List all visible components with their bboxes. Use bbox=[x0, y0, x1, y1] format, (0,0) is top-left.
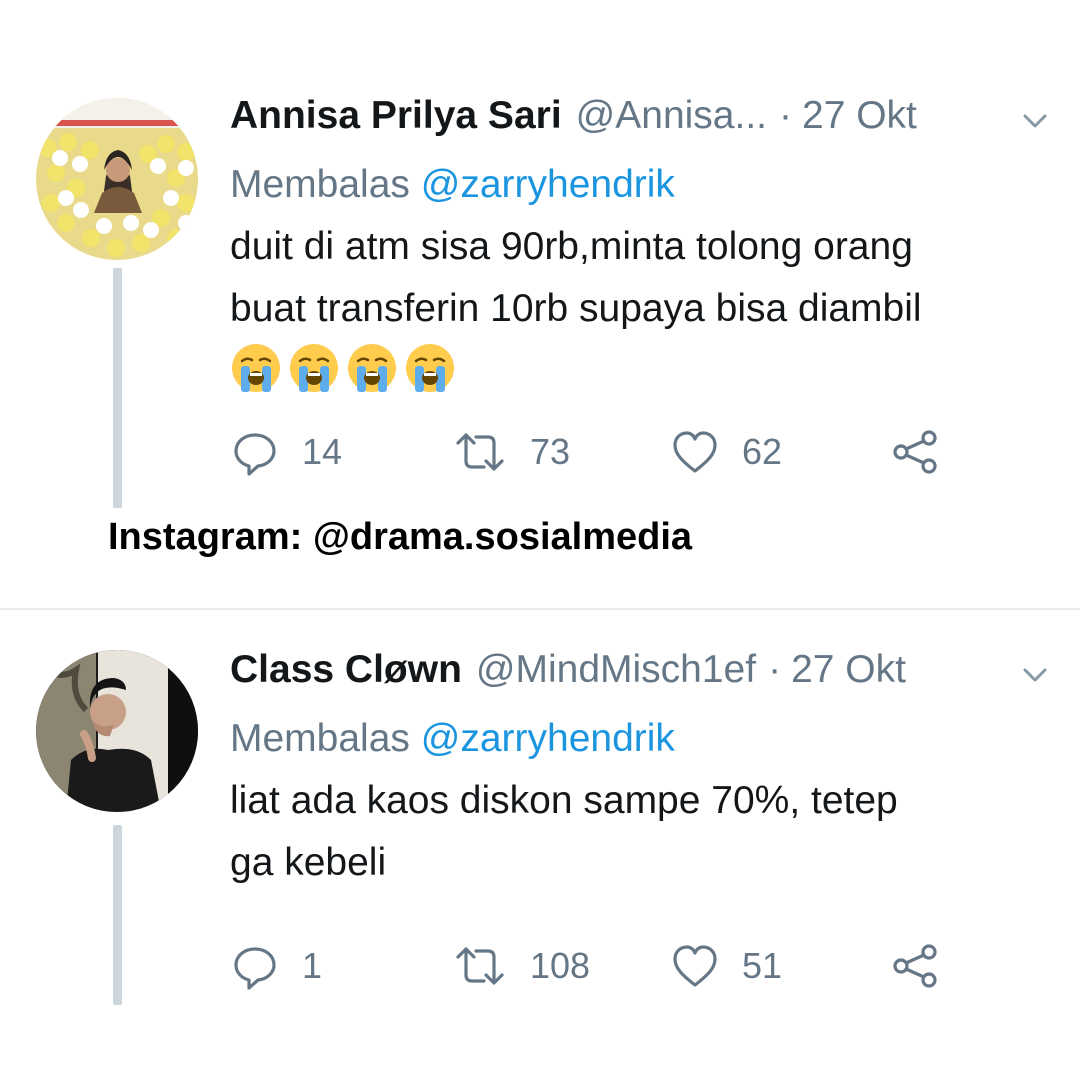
heart-icon bbox=[673, 431, 717, 473]
reply-prefix: Membalas bbox=[230, 717, 410, 760]
reply-mention[interactable]: @zarryhendrik bbox=[421, 163, 675, 206]
share-icon bbox=[893, 944, 937, 988]
retweet-count: 73 bbox=[530, 431, 571, 472]
tweet-content: Annisa Prilya Sari @Annisa... · 27 Okt M… bbox=[230, 94, 1047, 476]
separator: · bbox=[768, 648, 782, 691]
share-icon bbox=[893, 430, 937, 474]
reply-mention[interactable]: @zarryhendrik bbox=[421, 717, 675, 760]
tweet-header: Class Cløwn @MindMisch1ef · 27 Okt bbox=[230, 648, 1040, 698]
tweet-text-line: liat ada kaos diskon sampe 70%, tetep bbox=[230, 779, 898, 822]
heart-icon bbox=[673, 945, 717, 987]
crying-face-emoji bbox=[406, 344, 454, 392]
display-name[interactable]: Class Cløwn bbox=[230, 648, 462, 692]
avatar[interactable] bbox=[36, 650, 198, 812]
reply-prefix: Membalas bbox=[230, 163, 410, 206]
reply-context: Membalas @zarryhendrik bbox=[230, 160, 1040, 210]
tweet-text-line: ga kebeli bbox=[230, 841, 387, 884]
divider bbox=[0, 608, 1080, 610]
avatar[interactable] bbox=[36, 98, 198, 260]
reply-icon bbox=[234, 947, 276, 990]
timestamp[interactable]: 27 Okt bbox=[791, 648, 906, 692]
share-button[interactable] bbox=[890, 424, 940, 480]
display-name[interactable]: Annisa Prilya Sari bbox=[230, 94, 562, 138]
like-button[interactable]: 51 bbox=[670, 938, 782, 994]
reply-count: 14 bbox=[302, 431, 343, 472]
like-button[interactable]: 62 bbox=[670, 424, 782, 480]
chevron-down-icon[interactable] bbox=[1020, 660, 1050, 690]
tweet-text: duit di atm sisa 90rb,minta tolong orang… bbox=[230, 216, 1040, 340]
username[interactable]: @MindMisch1ef bbox=[476, 648, 756, 692]
tweet[interactable]: Annisa Prilya Sari @Annisa... · 27 Okt M… bbox=[0, 80, 1080, 530]
like-count: 62 bbox=[742, 431, 783, 472]
crying-face-emoji bbox=[232, 344, 280, 392]
watermark-text: Instagram: @drama.sosialmedia bbox=[108, 516, 693, 558]
retweet-button[interactable]: 73 bbox=[452, 424, 570, 480]
retweet-count: 108 bbox=[530, 945, 591, 986]
crying-face-emoji bbox=[348, 344, 396, 392]
tweet-text-line: duit di atm sisa 90rb,minta tolong orang bbox=[230, 225, 913, 268]
tweet-text: liat ada kaos diskon sampe 70%, tetep ga… bbox=[230, 770, 1040, 894]
timestamp[interactable]: 27 Okt bbox=[802, 94, 917, 138]
chevron-down-icon[interactable] bbox=[1020, 106, 1050, 136]
retweet-icon bbox=[456, 947, 504, 985]
reply-button[interactable]: 1 bbox=[230, 938, 322, 994]
separator: · bbox=[779, 94, 792, 137]
thread-line bbox=[113, 825, 122, 1005]
emoji-row bbox=[230, 342, 1040, 394]
reply-icon bbox=[234, 433, 276, 476]
tweet[interactable]: Class Cløwn @MindMisch1ef · 27 Okt Memba… bbox=[0, 620, 1080, 1020]
tweet-content: Class Cløwn @MindMisch1ef · 27 Okt Memba… bbox=[230, 648, 1047, 990]
share-button[interactable] bbox=[890, 938, 940, 994]
tweet-header: Annisa Prilya Sari @Annisa... · 27 Okt bbox=[230, 94, 1040, 144]
thread-line bbox=[113, 268, 122, 508]
crying-face-emoji bbox=[290, 344, 338, 392]
retweet-icon bbox=[456, 433, 504, 471]
reply-context: Membalas @zarryhendrik bbox=[230, 714, 1040, 764]
retweet-button[interactable]: 108 bbox=[452, 938, 590, 994]
username[interactable]: @Annisa... bbox=[576, 94, 767, 138]
reply-button[interactable]: 14 bbox=[230, 424, 342, 480]
like-count: 51 bbox=[742, 945, 783, 986]
tweet-text-line: buat transferin 10rb supaya bisa diambil bbox=[230, 287, 922, 330]
reply-count: 1 bbox=[302, 945, 323, 986]
